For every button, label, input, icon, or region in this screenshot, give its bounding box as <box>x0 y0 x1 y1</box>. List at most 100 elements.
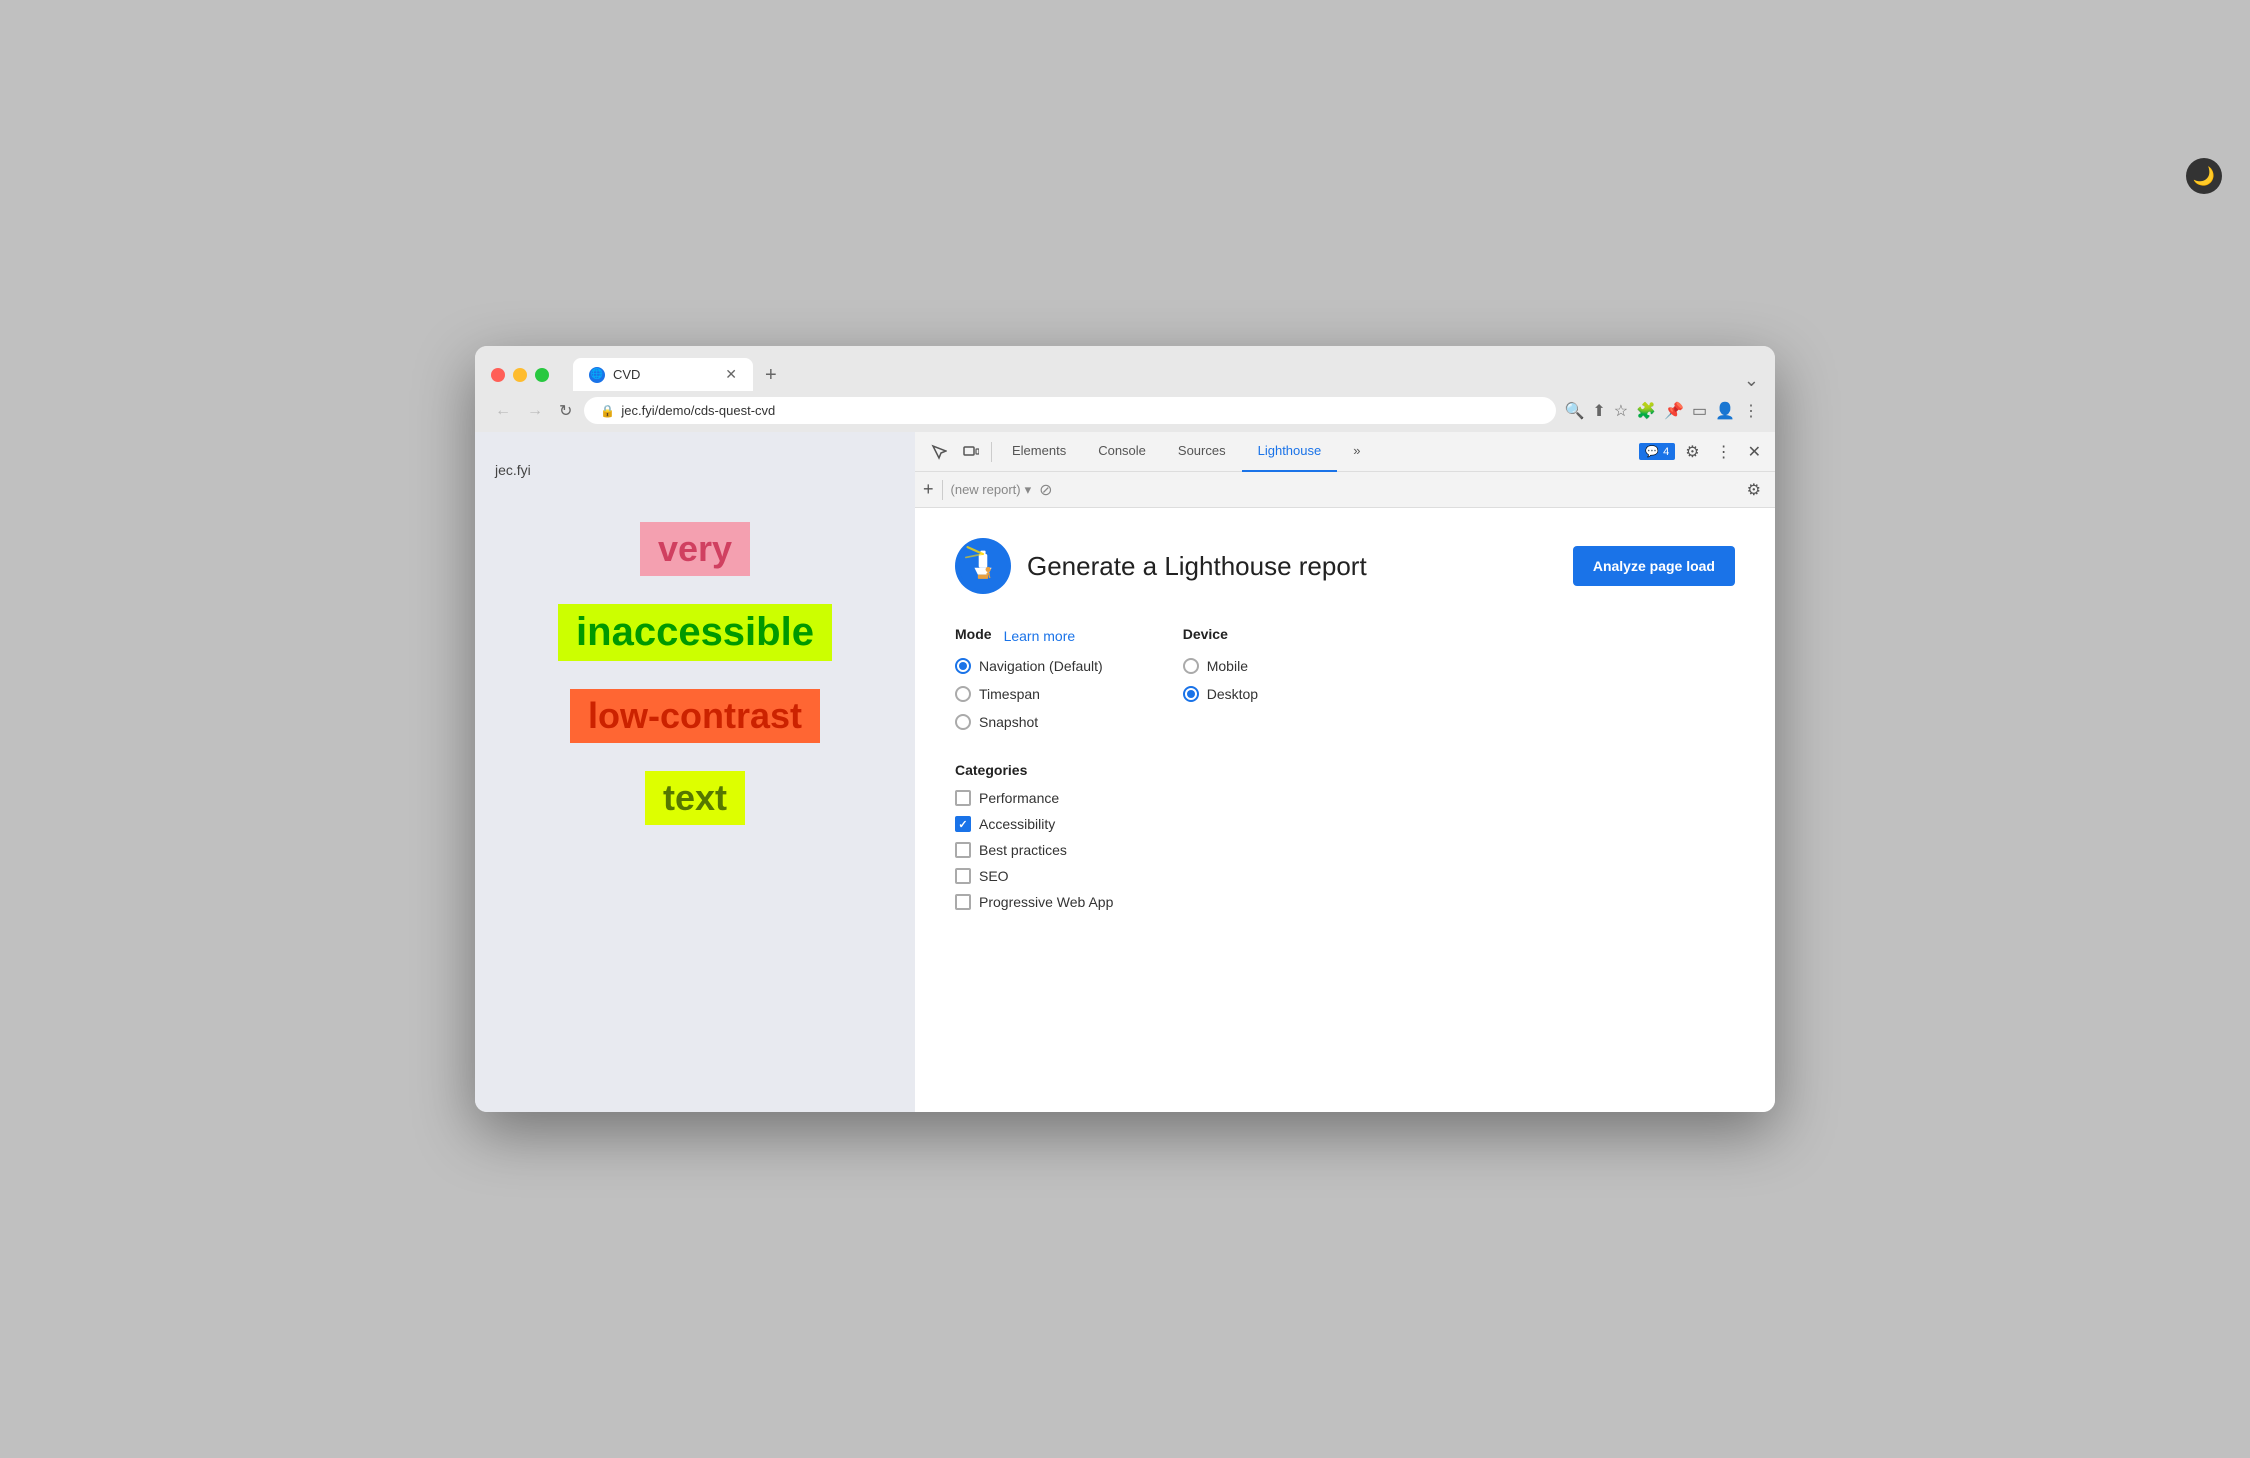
categories-section: Categories Performance ✓ Accessibility B… <box>955 762 1735 910</box>
mode-device-section: Mode Learn more Navigation (Default) Tim… <box>955 626 1735 730</box>
settings-button[interactable]: ⚙ <box>1679 438 1705 466</box>
lock-icon: 🔒 <box>600 404 615 418</box>
extensions-icon[interactable]: 🧩 <box>1636 401 1656 421</box>
search-icon[interactable]: 🔍 <box>1564 401 1584 421</box>
lighthouse-logo <box>955 538 1011 594</box>
more-options-button[interactable]: ⋮ <box>1710 438 1738 466</box>
word-text-block: text <box>645 771 745 825</box>
radio-desktop-dot <box>1187 690 1195 698</box>
word-low-contrast-block: low-contrast <box>570 689 820 743</box>
mode-label: Mode <box>955 626 992 642</box>
checkbox-seo[interactable]: SEO <box>955 868 1735 884</box>
radio-timespan[interactable]: Timespan <box>955 686 1103 702</box>
minimize-traffic-light[interactable] <box>513 368 527 382</box>
report-placeholder: (new report) <box>951 482 1021 497</box>
mode-group: Mode Learn more Navigation (Default) Tim… <box>955 626 1103 730</box>
checkbox-pwa-box[interactable] <box>955 894 971 910</box>
radio-mobile[interactable]: Mobile <box>1183 658 1258 674</box>
radio-navigation-label: Navigation (Default) <box>979 658 1103 674</box>
tab-favicon: 🌐 <box>589 367 605 383</box>
address-bar: ← → ↻ 🔒 jec.fyi/demo/cds-quest-cvd 🔍 ⬆ ☆… <box>475 391 1775 432</box>
sidebar-icon[interactable]: ▭ <box>1692 401 1707 421</box>
tab-lighthouse[interactable]: Lighthouse <box>1242 432 1338 472</box>
devtools-tab-bar: Elements Console Sources Lighthouse » 💬 … <box>915 432 1775 472</box>
devtools-toolbar2: + (new report) ▾ ⊘ ⚙ <box>915 472 1775 508</box>
lighthouse-header: Generate a Lighthouse report Analyze pag… <box>955 538 1735 594</box>
tab-sources[interactable]: Sources <box>1162 432 1242 472</box>
tab-bar: 🌐 CVD ✕ + ⌄ <box>573 358 1759 391</box>
radio-navigation-dot <box>959 662 967 670</box>
word-text: text <box>645 771 745 825</box>
main-content: jec.fyi very inaccessible low-contrast t… <box>475 432 1775 1112</box>
block-button[interactable]: ⊘ <box>1039 480 1052 500</box>
checkmark-icon: ✓ <box>958 818 967 831</box>
checkbox-seo-box[interactable] <box>955 868 971 884</box>
device-label: Device <box>1183 626 1258 642</box>
issues-badge[interactable]: 💬 4 <box>1639 443 1675 460</box>
checkbox-performance-box[interactable] <box>955 790 971 806</box>
word-very-block: very <box>640 522 750 576</box>
checkbox-best-practices-label: Best practices <box>979 842 1067 858</box>
radio-navigation[interactable]: Navigation (Default) <box>955 658 1103 674</box>
tab-dropdown-button[interactable]: ⌄ <box>1744 370 1759 391</box>
analyze-button[interactable]: Analyze page load <box>1573 546 1735 586</box>
radio-snapshot[interactable]: Snapshot <box>955 714 1103 730</box>
toolbar-settings-button[interactable]: ⚙ <box>1741 476 1767 504</box>
checkbox-best-practices-box[interactable] <box>955 842 971 858</box>
tab-more[interactable]: » <box>1337 432 1376 472</box>
site-label: jec.fyi <box>495 462 531 478</box>
checkbox-performance-label: Performance <box>979 790 1059 806</box>
categories-label: Categories <box>955 762 1735 778</box>
radio-timespan-label: Timespan <box>979 686 1040 702</box>
toolbar2-right: ⚙ <box>1741 476 1767 504</box>
share-icon[interactable]: ⬆ <box>1592 401 1605 421</box>
radio-desktop[interactable]: Desktop <box>1183 686 1258 702</box>
radio-timespan-circle[interactable] <box>955 686 971 702</box>
address-bar-icons: 🔍 ⬆ ☆ 🧩 📌 ▭ 👤 ⋮ <box>1564 401 1759 421</box>
tab-console[interactable]: Console <box>1082 432 1162 472</box>
word-inaccessible-block: inaccessible <box>558 604 832 661</box>
tab-elements[interactable]: Elements <box>996 432 1082 472</box>
bookmark-icon[interactable]: ☆ <box>1614 401 1628 421</box>
close-traffic-light[interactable] <box>491 368 505 382</box>
back-button[interactable]: ← <box>491 400 515 422</box>
menu-icon[interactable]: ⋮ <box>1743 401 1759 421</box>
checkbox-accessibility-label: Accessibility <box>979 816 1055 832</box>
radio-mobile-label: Mobile <box>1207 658 1248 674</box>
close-devtools-button[interactable]: ✕ <box>1742 438 1767 466</box>
profile-icon[interactable]: 👤 <box>1715 401 1735 421</box>
title-bar: 🌐 CVD ✕ + ⌄ <box>475 346 1775 391</box>
forward-button[interactable]: → <box>523 400 547 422</box>
radio-desktop-circle[interactable] <box>1183 686 1199 702</box>
tab-close-button[interactable]: ✕ <box>725 366 737 383</box>
checkbox-pwa[interactable]: Progressive Web App <box>955 894 1735 910</box>
mode-title-row: Mode Learn more <box>955 626 1103 646</box>
radio-snapshot-circle[interactable] <box>955 714 971 730</box>
lighthouse-content: Generate a Lighthouse report Analyze pag… <box>915 508 1775 1112</box>
address-bar-input[interactable]: 🔒 jec.fyi/demo/cds-quest-cvd <box>584 397 1556 424</box>
radio-desktop-label: Desktop <box>1207 686 1258 702</box>
learn-more-link[interactable]: Learn more <box>1004 628 1076 644</box>
checkbox-accessibility[interactable]: ✓ Accessibility <box>955 816 1735 832</box>
active-tab[interactable]: 🌐 CVD ✕ <box>573 358 753 391</box>
inspect-element-button[interactable] <box>923 440 955 464</box>
report-dropdown[interactable]: (new report) ▾ <box>951 482 1032 498</box>
checkbox-best-practices[interactable]: Best practices <box>955 842 1735 858</box>
radio-snapshot-label: Snapshot <box>979 714 1038 730</box>
checkbox-performance[interactable]: Performance <box>955 790 1735 806</box>
add-report-button[interactable]: + <box>923 479 934 500</box>
word-inaccessible: inaccessible <box>558 604 832 661</box>
tab-title: CVD <box>613 367 640 382</box>
radio-mobile-circle[interactable] <box>1183 658 1199 674</box>
lighthouse-title: Generate a Lighthouse report <box>1027 551 1367 582</box>
pin-icon[interactable]: 📌 <box>1664 401 1684 421</box>
radio-navigation-circle[interactable] <box>955 658 971 674</box>
devtools-right-actions: 💬 4 ⚙ ⋮ ✕ <box>1639 438 1767 466</box>
device-group: Device Mobile Desktop <box>1183 626 1258 730</box>
device-toggle-button[interactable] <box>955 440 987 464</box>
checkbox-accessibility-box[interactable]: ✓ <box>955 816 971 832</box>
refresh-button[interactable]: ↻ <box>555 399 576 423</box>
new-tab-button[interactable]: + <box>757 360 785 391</box>
maximize-traffic-light[interactable] <box>535 368 549 382</box>
checkbox-pwa-label: Progressive Web App <box>979 894 1113 910</box>
